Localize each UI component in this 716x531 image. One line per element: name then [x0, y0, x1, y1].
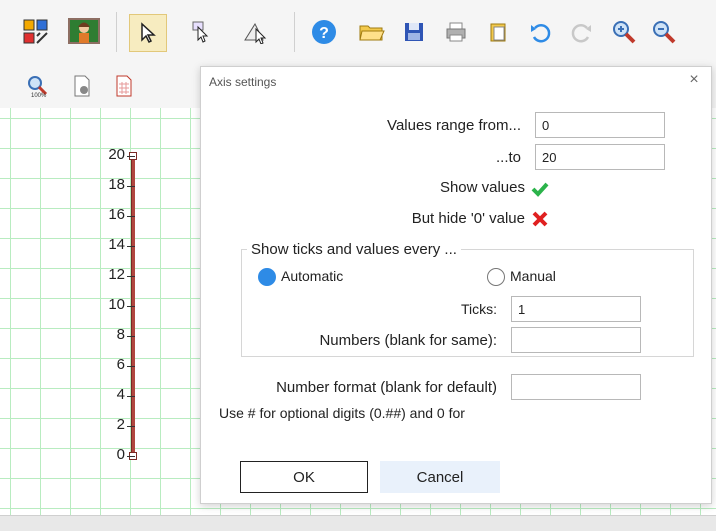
ticks-input[interactable]: [511, 296, 641, 322]
tick-mark: [127, 426, 135, 427]
hide-zero-label: But hide '0' value: [411, 210, 525, 227]
tick-label: 4: [116, 386, 125, 403]
tick-label: 18: [108, 176, 125, 193]
tick-mark: [127, 276, 135, 277]
help-icon[interactable]: ?: [308, 16, 340, 48]
tick-label: 12: [108, 266, 125, 283]
open-folder-icon[interactable]: [356, 16, 388, 48]
toolbar-separator: [116, 12, 117, 52]
automatic-label[interactable]: Automatic: [281, 268, 343, 284]
dialog-title: Axis settings: [209, 75, 277, 89]
grid-settings-icon[interactable]: [108, 70, 140, 102]
tick-label: 8: [116, 326, 125, 343]
tick-mark: [127, 246, 135, 247]
tick-label: 6: [116, 356, 125, 373]
point-select-icon[interactable]: [186, 16, 218, 48]
main-toolbar: ?: [0, 0, 716, 64]
tick-label: 2: [116, 416, 125, 433]
range-from-label: Values range from...: [387, 117, 521, 134]
teacher-icon[interactable]: [66, 14, 102, 50]
svg-text:?: ?: [319, 25, 329, 42]
zoom-out-icon[interactable]: [648, 16, 680, 48]
tick-label: 14: [108, 236, 125, 253]
tick-mark: [127, 396, 135, 397]
tick-mark: [127, 216, 135, 217]
horizontal-scrollbar[interactable]: [0, 515, 716, 531]
app-grid-icon[interactable]: [20, 16, 52, 48]
tick-mark: [127, 456, 135, 457]
redo-icon[interactable]: [566, 16, 598, 48]
tick-mark: [127, 336, 135, 337]
range-to-label: ...to: [495, 149, 521, 166]
ticks-label: Ticks:: [460, 301, 497, 317]
tick-label: 0: [116, 446, 125, 463]
shape-select-icon[interactable]: [240, 16, 272, 48]
paste-icon[interactable]: [482, 16, 514, 48]
number-format-input[interactable]: [511, 374, 641, 400]
numbers-label: Numbers (blank for same):: [319, 332, 497, 349]
tick-mark: [127, 306, 135, 307]
show-values-label: Show values: [439, 179, 525, 196]
tick-label: 10: [108, 296, 125, 313]
print-icon[interactable]: [440, 16, 472, 48]
manual-label[interactable]: Manual: [510, 268, 556, 284]
select-pointer-icon[interactable]: [129, 14, 167, 52]
zoom-in-icon[interactable]: [608, 16, 640, 48]
tick-label: 20: [108, 146, 125, 163]
save-icon[interactable]: [398, 16, 430, 48]
axis-settings-dialog: Axis settings × Values range from... ...…: [200, 66, 712, 504]
cross-icon[interactable]: [531, 210, 549, 228]
checkmark-icon[interactable]: [531, 180, 549, 198]
range-from-input[interactable]: [535, 112, 665, 138]
tick-mark: [127, 366, 135, 367]
tick-label: 16: [108, 206, 125, 223]
zoom-fit-icon[interactable]: 100%: [22, 70, 54, 102]
undo-icon[interactable]: [524, 16, 556, 48]
format-hint-text: Use # for optional digits (0.##) and 0 f…: [219, 405, 465, 421]
page-settings-icon[interactable]: [66, 70, 98, 102]
svg-text:100%: 100%: [31, 93, 47, 98]
number-format-label: Number format (blank for default): [276, 379, 497, 396]
tick-mark: [127, 186, 135, 187]
toolbar-separator: [294, 12, 295, 52]
tick-mark: [127, 156, 135, 157]
numbers-input[interactable]: [511, 327, 641, 353]
ticks-group-label: Show ticks and values every ...: [247, 241, 461, 258]
range-to-input[interactable]: [535, 144, 665, 170]
cancel-button[interactable]: Cancel: [380, 461, 500, 493]
close-icon[interactable]: ×: [685, 71, 703, 89]
ok-button[interactable]: OK: [240, 461, 368, 493]
automatic-radio[interactable]: [258, 268, 276, 286]
manual-radio[interactable]: [487, 268, 505, 286]
